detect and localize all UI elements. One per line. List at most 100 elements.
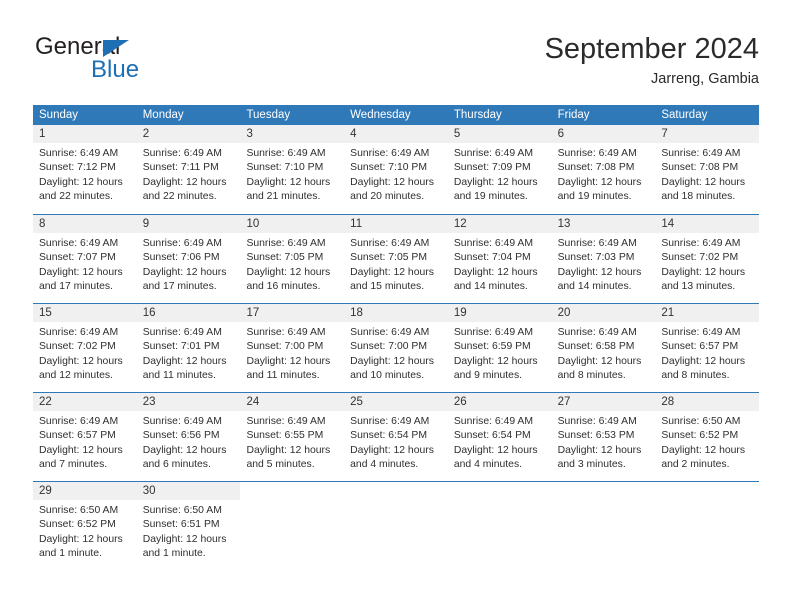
day-details: Sunrise: 6:49 AM Sunset: 7:00 PM Daylight:… (240, 322, 344, 384)
calendar-day-cell[interactable]: 24 Sunrise: 6:49 AM Sunset: 6:55 PM Dayligh… (240, 393, 345, 481)
sunset-text: Sunset: 7:07 PM (39, 252, 116, 264)
calendar-day-cell[interactable]: 8 Sunrise: 6:49 AM Sunset: 7:07 PM Daylight… (33, 215, 137, 303)
sunset-text: Sunset: 6:52 PM (39, 519, 116, 531)
sunrise-text: Sunrise: 6:50 AM (39, 505, 119, 516)
calendar-day-cell[interactable]: 16 Sunrise: 6:49 AM Sunset: 7:01 PM Dayligh… (136, 304, 241, 392)
daylight-text-line1: Daylight: 12 hours (661, 266, 746, 278)
daylight-text-line2: and 21 minutes. (246, 191, 321, 203)
calendar-week-row: 15 Sunrise: 6:49 AM Sunset: 7:02 PM Dayligh… (33, 303, 760, 392)
calendar-day-cell[interactable]: 15 Sunrise: 6:49 AM Sunset: 7:02 PM Dayligh… (33, 304, 137, 392)
sunset-text: Sunset: 7:00 PM (350, 341, 427, 353)
sunrise-text: Sunrise: 6:49 AM (557, 327, 637, 338)
sunrise-text: Sunrise: 6:49 AM (246, 238, 326, 249)
calendar-day-cell[interactable]: 28 Sunrise: 6:50 AM Sunset: 6:52 PM Dayligh… (655, 393, 760, 481)
daylight-text-line1: Daylight: 12 hours (661, 355, 746, 367)
daylight-text-line2: and 14 minutes. (557, 281, 632, 293)
calendar-day-cell[interactable]: 6 Sunrise: 6:49 AM Sunset: 7:08 PM Daylight… (551, 125, 656, 214)
weekday-thursday: Thursday (453, 109, 502, 121)
sunrise-text: Sunrise: 6:50 AM (142, 505, 222, 516)
daylight-text-line1: Daylight: 12 hours (39, 355, 123, 367)
calendar-day-cell[interactable]: 12 Sunrise: 6:49 AM Sunset: 7:04 PM Dayligh… (447, 215, 552, 303)
calendar-day-cell[interactable]: 22 Sunrise: 6:49 AM Sunset: 6:57 PM Dayligh… (33, 393, 137, 481)
day-number (655, 482, 759, 500)
sunset-text: Sunset: 7:08 PM (661, 162, 739, 174)
daylight-text-line1: Daylight: 12 hours (453, 355, 538, 367)
sunset-text: Sunset: 7:01 PM (142, 341, 220, 353)
day-details: Sunrise: 6:49 AM Sunset: 7:09 PM Daylight:… (448, 143, 552, 205)
sunset-text: Sunset: 6:54 PM (350, 430, 427, 442)
daylight-text-line2: and 9 minutes. (453, 370, 523, 382)
calendar-day-cell[interactable]: 21 Sunrise: 6:49 AM Sunset: 6:57 PM Dayligh… (655, 304, 760, 392)
daylight-text-line2: and 19 minutes. (453, 191, 528, 203)
calendar-day-cell[interactable]: 26 Sunrise: 6:49 AM Sunset: 6:54 PM Dayligh… (447, 393, 552, 481)
daylight-text-line1: Daylight: 12 hours (557, 266, 642, 278)
daylight-text-line2: and 15 minutes. (350, 281, 425, 293)
day-details: Sunrise: 6:49 AM Sunset: 6:58 PM Daylight:… (552, 322, 656, 384)
calendar-day-cell[interactable]: 5 Sunrise: 6:49 AM Sunset: 7:09 PM Daylight… (447, 125, 552, 214)
calendar-day-cell[interactable]: 4 Sunrise: 6:49 AM Sunset: 7:10 PM Daylight… (344, 125, 448, 214)
calendar-day-cell[interactable]: 1 Sunrise: 6:49 AM Sunset: 7:12 PM Daylight… (33, 125, 137, 214)
day-number (344, 482, 448, 500)
daylight-text-line2: and 22 minutes. (39, 191, 113, 203)
sunset-text: Sunset: 7:06 PM (142, 252, 220, 264)
sunset-text: Sunset: 7:10 PM (246, 162, 324, 174)
sunset-text: Sunset: 7:02 PM (661, 252, 739, 264)
day-details: Sunrise: 6:50 AM Sunset: 6:52 PM Daylight:… (655, 411, 759, 473)
daylight-text-line2: and 20 minutes. (350, 191, 425, 203)
day-number: 7 (655, 125, 760, 143)
sunset-text: Sunset: 7:03 PM (557, 252, 635, 264)
calendar-day-cell[interactable]: 10 Sunrise: 6:49 AM Sunset: 7:05 PM Dayligh… (240, 215, 345, 303)
calendar-day-cell[interactable]: 30 Sunrise: 6:50 AM Sunset: 6:51 PM Dayligh… (136, 482, 241, 570)
sunrise-text: Sunrise: 6:49 AM (661, 327, 741, 338)
day-number: 6 (551, 125, 656, 143)
daylight-text-line2: and 1 minute. (39, 548, 102, 560)
sunrise-text: Sunrise: 6:49 AM (557, 148, 637, 159)
sunrise-text: Sunrise: 6:49 AM (39, 238, 119, 249)
day-number (552, 482, 656, 500)
calendar-grid: Sunday Monday Tuesday Wednesday Thursday… (33, 105, 760, 570)
calendar-day-cell[interactable]: 13 Sunrise: 6:49 AM Sunset: 7:03 PM Dayligh… (551, 215, 656, 303)
sunrise-text: Sunrise: 6:49 AM (453, 148, 534, 159)
calendar-empty-cell (447, 482, 552, 570)
day-details: Sunrise: 6:49 AM Sunset: 6:56 PM Daylight:… (137, 411, 241, 473)
general-blue-logo[interactable]: General Blue (33, 32, 263, 90)
calendar-day-cell[interactable]: 27 Sunrise: 6:49 AM Sunset: 6:53 PM Dayligh… (551, 393, 656, 481)
daylight-text-line2: and 14 minutes. (453, 281, 528, 293)
daylight-text-line1: Daylight: 12 hours (350, 355, 434, 367)
calendar-empty-cell (344, 482, 448, 570)
calendar-day-cell[interactable]: 23 Sunrise: 6:49 AM Sunset: 6:56 PM Dayligh… (136, 393, 241, 481)
sunrise-text: Sunrise: 6:49 AM (453, 327, 534, 338)
sunset-text: Sunset: 6:54 PM (453, 430, 531, 442)
weekday-wednesday: Wednesday (350, 109, 411, 121)
daylight-text-line2: and 11 minutes. (142, 370, 216, 382)
calendar-day-cell[interactable]: 2 Sunrise: 6:49 AM Sunset: 7:11 PM Daylight… (136, 125, 241, 214)
calendar-day-cell[interactable]: 7 Sunrise: 6:49 AM Sunset: 7:08 PM Daylight… (655, 125, 760, 214)
daylight-text-line2: and 4 minutes. (350, 459, 419, 471)
day-details: Sunrise: 6:49 AM Sunset: 7:08 PM Daylight:… (552, 143, 656, 205)
daylight-text-line1: Daylight: 12 hours (453, 176, 538, 188)
day-number: 15 (33, 304, 137, 322)
calendar-weeks: 1 Sunrise: 6:49 AM Sunset: 7:12 PM Daylight… (33, 125, 760, 570)
day-number (448, 482, 552, 500)
calendar-day-cell[interactable]: 9 Sunrise: 6:49 AM Sunset: 7:06 PM Daylight… (136, 215, 241, 303)
calendar-day-cell[interactable]: 25 Sunrise: 6:49 AM Sunset: 6:54 PM Dayligh… (344, 393, 448, 481)
sunset-text: Sunset: 6:55 PM (246, 430, 324, 442)
calendar-day-cell[interactable]: 20 Sunrise: 6:49 AM Sunset: 6:58 PM Dayligh… (551, 304, 656, 392)
daylight-text-line1: Daylight: 12 hours (39, 533, 123, 545)
calendar-day-cell[interactable]: 19 Sunrise: 6:49 AM Sunset: 6:59 PM Dayligh… (447, 304, 552, 392)
day-number: 30 (136, 482, 241, 500)
daylight-text-line1: Daylight: 12 hours (350, 176, 434, 188)
calendar-day-cell[interactable]: 18 Sunrise: 6:49 AM Sunset: 7:00 PM Dayligh… (344, 304, 448, 392)
sunset-text: Sunset: 7:11 PM (142, 162, 219, 174)
calendar-day-cell[interactable]: 17 Sunrise: 6:49 AM Sunset: 7:00 PM Dayligh… (240, 304, 345, 392)
sunset-text: Sunset: 6:57 PM (39, 430, 116, 442)
calendar-week-row: 29 Sunrise: 6:50 AM Sunset: 6:52 PM Dayligh… (33, 481, 760, 570)
day-details: Sunrise: 6:49 AM Sunset: 7:10 PM Daylight:… (240, 143, 344, 205)
sunrise-text: Sunrise: 6:49 AM (246, 327, 326, 338)
calendar-day-cell[interactable]: 29 Sunrise: 6:50 AM Sunset: 6:52 PM Dayligh… (33, 482, 137, 570)
calendar-day-cell[interactable]: 14 Sunrise: 6:49 AM Sunset: 7:02 PM Dayligh… (655, 215, 760, 303)
calendar-day-cell[interactable]: 3 Sunrise: 6:49 AM Sunset: 7:10 PM Daylight… (240, 125, 345, 214)
day-details: Sunrise: 6:49 AM Sunset: 7:12 PM Daylight:… (33, 143, 137, 205)
daylight-text-line2: and 8 minutes. (661, 370, 730, 382)
calendar-day-cell[interactable]: 11 Sunrise: 6:49 AM Sunset: 7:05 PM Dayligh… (344, 215, 448, 303)
